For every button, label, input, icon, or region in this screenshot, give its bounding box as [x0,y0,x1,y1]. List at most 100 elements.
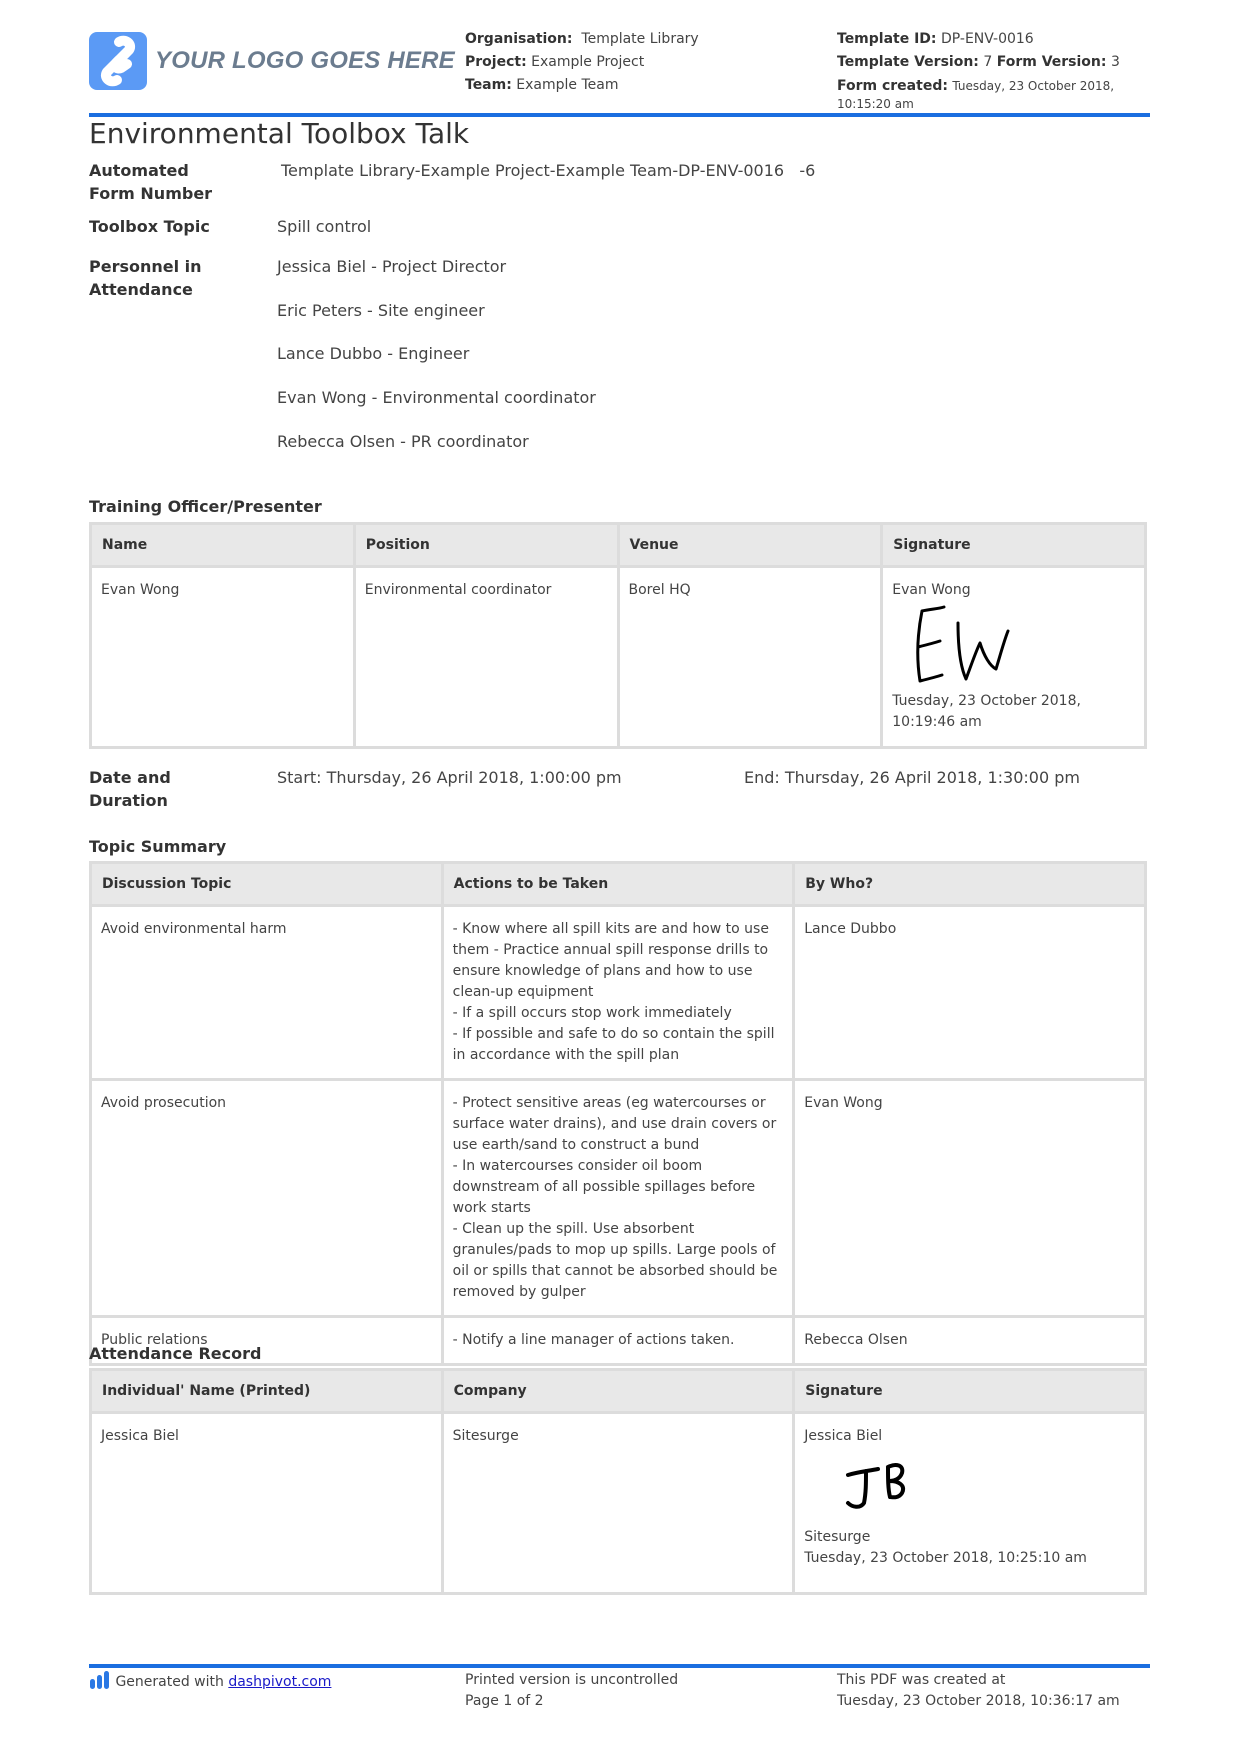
attendee-name: Jessica Biel [92,1414,441,1592]
logo-text: YOUR LOGO GOES HERE [155,47,455,74]
column-header-venue: Venue [619,525,881,565]
column-header-actions: Actions to be Taken [443,864,793,904]
form-number-label-line2: Form Number [89,184,213,203]
form-number-value: Template Library-Example Project-Example… [281,161,816,180]
presenter-venue: Borel HQ [619,568,881,746]
form-version-label: Form Version: [996,54,1107,70]
signature-company: Sitesurge [804,1529,871,1545]
end-datetime: End: Thursday, 26 April 2018, 1:30:00 pm [744,768,1080,787]
organisation-line: Organisation: Template Library [465,28,699,51]
page-number: Page 1 of 2 [465,1693,544,1709]
table-row: Evan Wong Environmental coordinator Bore… [92,568,1144,746]
uncontrolled-notice: Printed version is uncontrolled [465,1672,679,1688]
table-row: Avoid prosecution - Protect sensitive ar… [92,1081,1144,1315]
attendance-heading: Attendance Record [89,1344,262,1363]
signature-name: Evan Wong [892,582,971,598]
personnel-list: Jessica Biel - Project Director Eric Pet… [277,255,596,453]
column-header-company: Company [443,1371,793,1411]
action-item: - Know where all spill kits are and how … [452,921,769,1000]
action-item: - Protect sensitive areas (eg watercours… [452,1095,777,1153]
table-header-row: Name Position Venue Signature [92,525,1144,565]
signature-jb-image [846,1463,906,1509]
form-created-label: Form created: [837,78,948,94]
project-label: Project: [465,54,527,70]
personnel-item: Jessica Biel - Project Director [277,257,507,276]
logo-icon [89,32,147,90]
column-header-signature: Signature [795,1371,1144,1411]
training-heading: Training Officer/Presenter [89,497,322,516]
personnel-label: Personnel in Attendance [89,255,202,301]
topic-summary-heading: Topic Summary [89,837,227,856]
form-number-label-line1: Automated [89,161,189,180]
date-duration-label-line1: Date and [89,768,171,787]
column-header-discussion-topic: Discussion Topic [92,864,441,904]
team-label: Team: [465,77,512,93]
form-created-line: Form created: Tuesday, 23 October 2018, 1… [837,77,1157,113]
column-header-name: Name [92,525,353,565]
action-item: - Clean up the spill. Use absorbent gran… [452,1221,778,1300]
form-version-value: 3 [1110,54,1120,70]
template-version-line: Template Version: 7 Form Version: 3 [837,51,1157,74]
signature-timestamp: Tuesday, 23 October 2018, 10:19:46 am [892,693,1081,730]
template-id-line: Template ID: DP-ENV-0016 [837,28,1157,51]
project-value: Example Project [531,54,645,70]
training-table: Name Position Venue Signature Evan Wong … [89,522,1147,749]
organisation-label: Organisation: [465,31,573,47]
table-row: Avoid environmental harm - Know where al… [92,907,1144,1078]
form-created-value: Tuesday, 23 October 2018, [952,79,1115,93]
footer-page-info: Printed version is uncontrolled Page 1 o… [465,1670,678,1712]
attendance-table: Individual' Name (Printed) Company Signa… [89,1368,1147,1595]
table-header-row: Individual' Name (Printed) Company Signa… [92,1371,1144,1411]
dashpivot-link[interactable]: dashpivot.com [228,1674,331,1690]
responsible-person: Evan Wong [795,1081,1144,1315]
column-header-individual-name: Individual' Name (Printed) [92,1371,441,1411]
pdf-created-value: Tuesday, 23 October 2018, 10:36:17 am [837,1693,1120,1709]
header-template-info: Template ID: DP-ENV-0016 Template Versio… [837,28,1157,113]
start-datetime: Start: Thursday, 26 April 2018, 1:00:00 … [277,768,622,787]
team-value: Example Team [516,77,619,93]
discussion-topic: Avoid environmental harm [92,907,441,1078]
footer-divider [89,1664,1150,1668]
presenter-signature-cell: Evan Wong Tuesday, 23 October 2018, 10:1… [883,568,1144,746]
action-item: - If possible and safe to do so contain … [452,1026,775,1063]
attendee-signature-cell: Jessica Biel Sitesurge Tuesday, 23 Octob… [795,1414,1144,1592]
attendee-company: Sitesurge [443,1414,793,1592]
signature-timestamp: Tuesday, 23 October 2018, 10:25:10 am [804,1550,1087,1566]
pdf-created-label: This PDF was created at [837,1672,1006,1688]
personnel-item: Evan Wong - Environmental coordinator [277,388,596,407]
presenter-position: Environmental coordinator [355,568,617,746]
template-version-label: Template Version: [837,54,979,70]
personnel-label-line2: Attendance [89,280,193,299]
team-line: Team: Example Team [465,74,699,97]
date-duration-label-line2: Duration [89,791,168,810]
toolbox-topic-value: Spill control [277,217,372,236]
action-item: - In watercourses consider oil boom down… [452,1158,756,1216]
logo-s-icon [101,35,135,87]
form-created-time: 10:15:20 am [837,97,914,111]
column-header-position: Position [355,525,617,565]
template-version-value: 7 [983,54,993,70]
table-row: Jessica Biel Sitesurge Jessica Biel Site… [92,1414,1144,1592]
personnel-item: Rebecca Olsen - PR coordinator [277,432,529,451]
topic-summary-table: Discussion Topic Actions to be Taken By … [89,861,1147,1366]
action-item: - If a spill occurs stop work immediatel… [452,1005,732,1021]
column-header-by-who: By Who? [795,864,1144,904]
toolbox-topic-label: Toolbox Topic [89,217,210,236]
form-number-label: Automated Form Number [89,159,212,205]
page-title: Environmental Toolbox Talk [89,117,470,150]
generated-with-text: Generated with [115,1674,229,1690]
footer-generated: Generated with dashpivot.com [89,1670,331,1693]
personnel-label-line1: Personnel in [89,257,202,276]
presenter-name: Evan Wong [92,568,353,746]
date-duration-label: Date and Duration [89,766,171,812]
actions-cell: - Notify a line manager of actions taken… [443,1318,793,1363]
footer-pdf-created: This PDF was created at Tuesday, 23 Octo… [837,1670,1120,1712]
actions-cell: - Protect sensitive areas (eg watercours… [443,1081,793,1315]
signature-name: Jessica Biel [804,1428,883,1444]
template-id-value: DP-ENV-0016 [940,31,1034,47]
project-line: Project: Example Project [465,51,699,74]
responsible-person: Lance Dubbo [795,907,1144,1078]
template-id-label: Template ID: [837,31,937,47]
discussion-topic: Avoid prosecution [92,1081,441,1315]
organisation-value: Template Library [581,31,699,47]
